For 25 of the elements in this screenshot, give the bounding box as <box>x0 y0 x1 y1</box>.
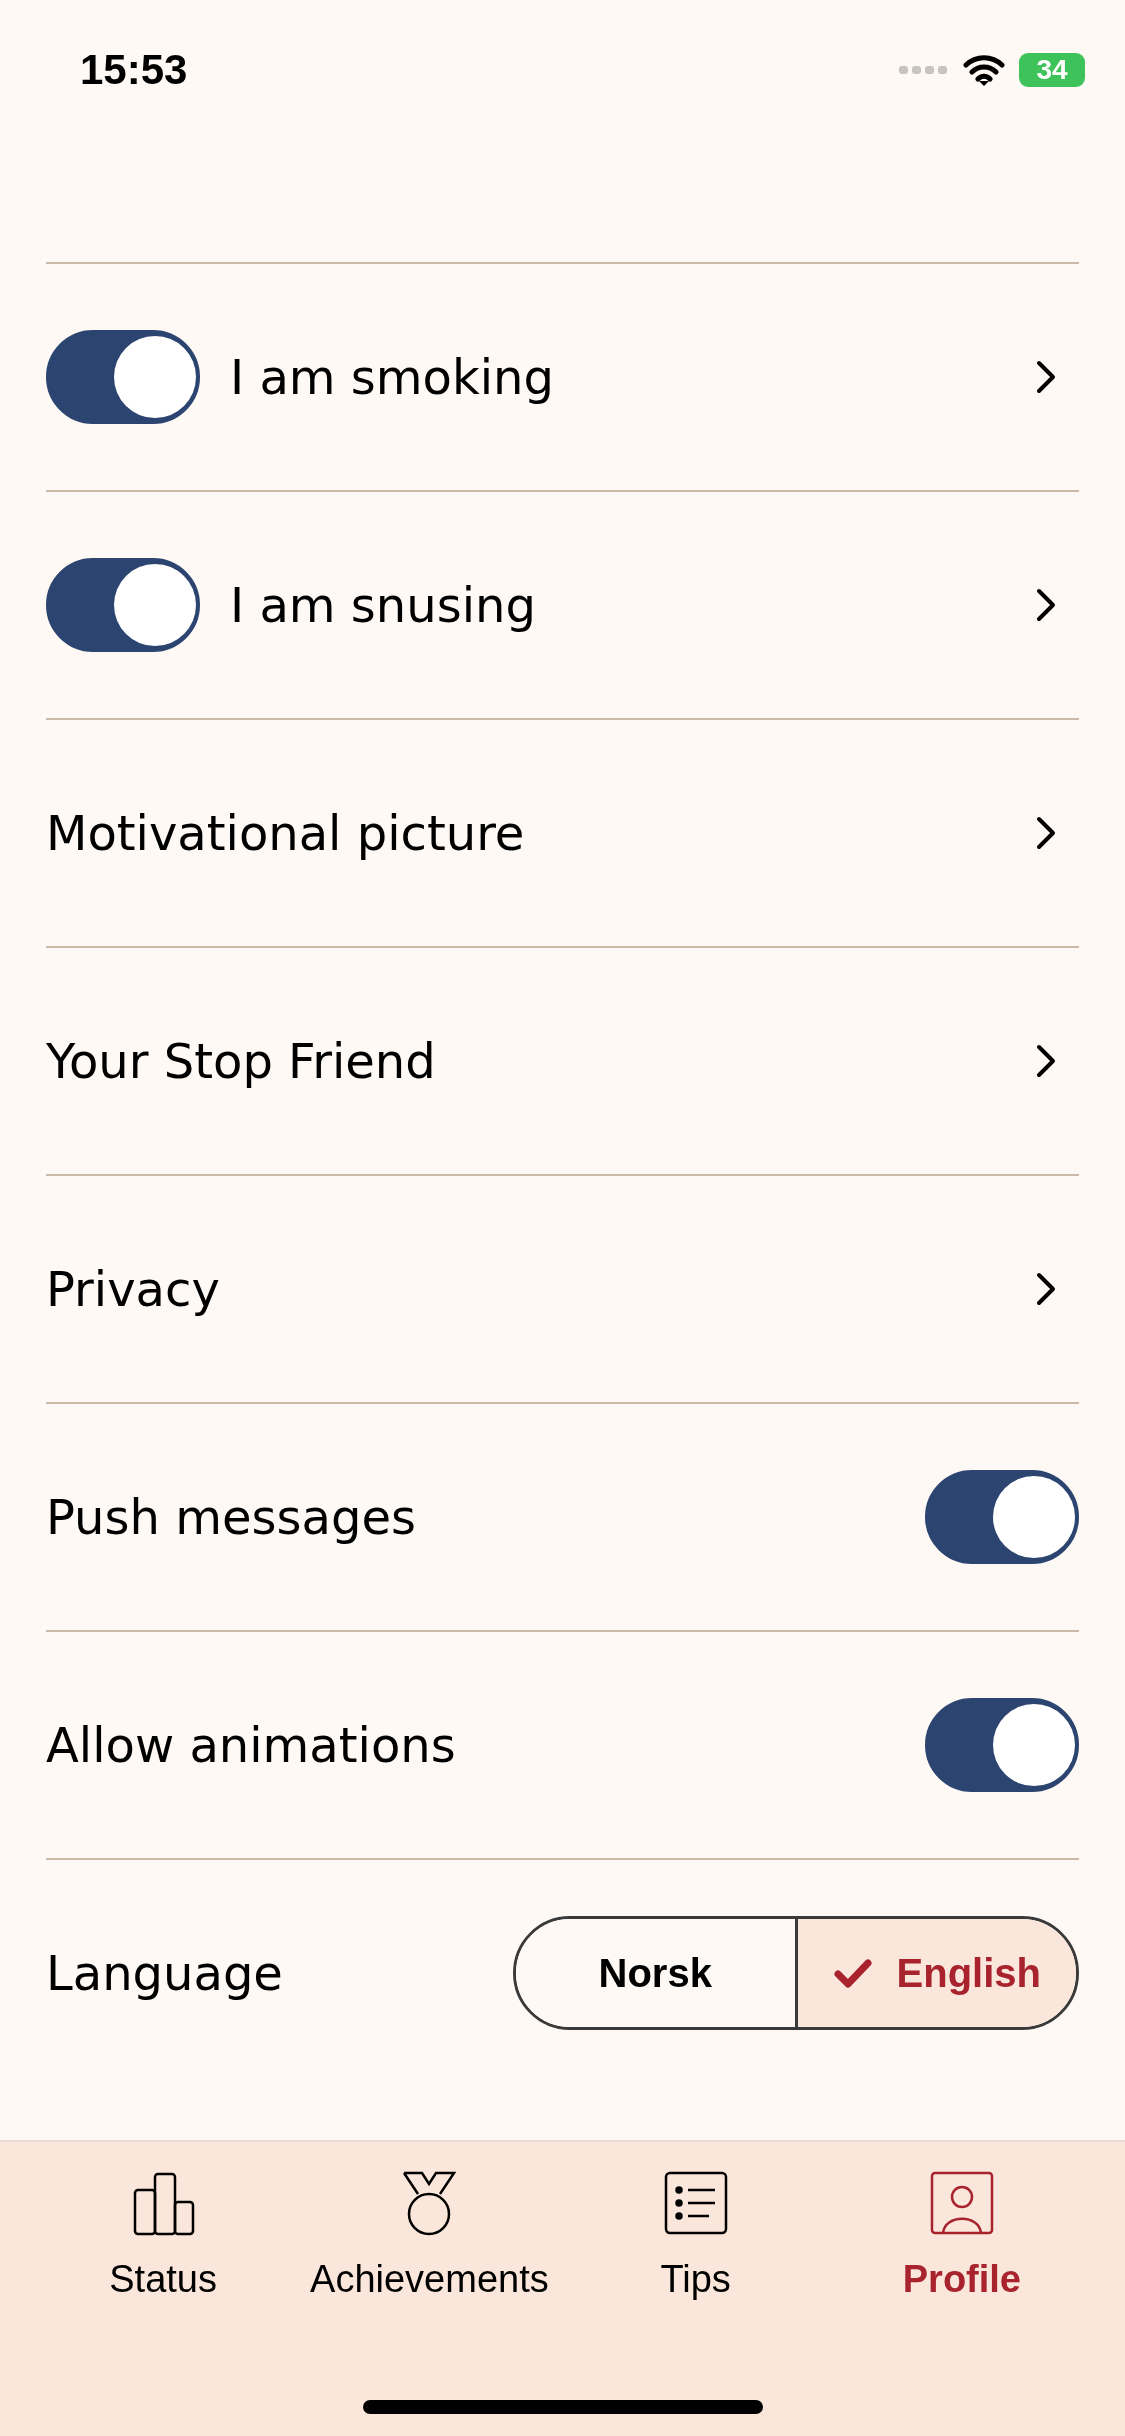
tab-bar-item[interactable]: Profile <box>828 2142 1095 2302</box>
language-option[interactable]: English <box>794 1919 1076 2027</box>
chevron-right-icon <box>1035 587 1057 623</box>
list-icon <box>662 2170 729 2236</box>
wifi-icon <box>963 53 1005 87</box>
setting-label: I am snusing <box>230 577 537 633</box>
setting-label: Your Stop Friend <box>46 1033 437 1089</box>
profile-icon <box>928 2170 995 2236</box>
status-time: 15:53 <box>80 46 188 94</box>
battery-icon: 34 <box>1019 53 1085 87</box>
setting-label: Allow animations <box>46 1717 457 1773</box>
chevron-right-icon <box>1035 1271 1057 1307</box>
chevron-right-icon <box>1035 1043 1057 1079</box>
checkmark-icon <box>832 1957 873 1989</box>
setting-label: I am smoking <box>230 349 555 405</box>
tab-bar-item[interactable]: Tips <box>562 2142 829 2302</box>
chevron-right-icon <box>1035 815 1057 851</box>
setting-label: Language <box>46 1945 284 2001</box>
setting-label: Motivational picture <box>46 805 526 861</box>
chevron-right-icon <box>1035 359 1057 395</box>
signal-icon <box>899 65 949 75</box>
tab-bar-item[interactable]: Status <box>30 2142 297 2302</box>
tab-bar-item[interactable]: Achievements <box>296 2142 563 2302</box>
setting-label: Privacy <box>46 1261 221 1317</box>
setting-label: Push messages <box>46 1489 417 1545</box>
